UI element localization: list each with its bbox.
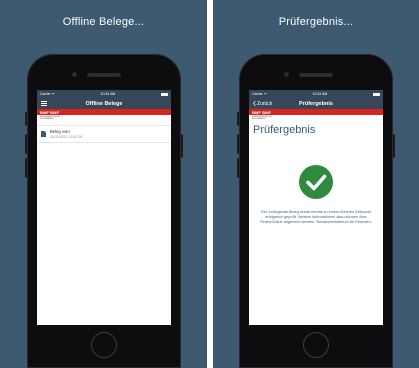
earpiece-speaker [299,73,333,77]
checkmark-icon [306,174,327,191]
bmf-logo: BMF BMF [40,109,60,115]
phone-screen: Carrier ᯤ 10:34 AM Zurück Prüfergebnis B… [249,90,383,325]
power-button [393,134,395,158]
back-label: Zurück [257,100,273,107]
screenshot: Offline Belege... Carrier ᯤ 10:34 AM Off… [0,0,419,368]
result-message: Der vorliegende Beleg wurde bereits zu e… [260,210,372,224]
panel-caption: Offline Belege... [62,16,145,28]
offline-belege-panel: Offline Belege... Carrier ᯤ 10:34 AM Off… [0,0,207,368]
battery-icon [160,92,168,96]
back-chevron-icon [253,101,256,106]
bmf-logo: BMF BMF [252,109,272,115]
clock-label: 10:34 AM [312,92,328,96]
status-bar: Carrier ᯤ 10:34 AM [37,90,171,98]
menu-button[interactable] [41,98,47,109]
menu-icon [41,101,47,106]
panel-caption: Prüfergebnis... [278,16,354,28]
carrier-label: Carrier ᯤ [252,91,267,96]
brand-subtitle-line: DER FINANZEN [40,118,54,121]
volume-down-button [237,158,239,178]
power-button [181,134,183,158]
back-button[interactable]: Zurück [253,98,272,109]
success-badge [299,165,333,199]
status-bar: Carrier ᯤ 10:34 AM [249,90,383,98]
phone-screen: Carrier ᯤ 10:34 AM Offline Belege BMF BM… [37,90,171,325]
list-item-title: Beleg vom [50,129,70,135]
mute-switch [237,112,239,126]
carrier-label: Carrier ᯤ [40,91,55,96]
battery-icon [372,92,380,96]
list-item-text: Beleg vom 30.03.2023, 10:47:28 [50,129,82,139]
pruefergebnis-panel: Prüfergebnis... Carrier ᯤ 10:34 AM Zurüc… [213,0,419,368]
home-button[interactable] [303,332,329,358]
volume-up-button [25,134,27,154]
front-camera [72,72,77,77]
brand-subtitle: BUNDESMINISTERIUM DER FINANZEN [37,115,171,120]
list-item[interactable]: Beleg vom 30.03.2023, 10:47:28 [37,125,171,144]
phone-frame: Carrier ᯤ 10:34 AM Zurück Prüfergebnis B… [237,54,395,368]
mute-switch [25,112,27,126]
front-camera [284,72,289,77]
list-item-date: 30.03.2023, 10:47:28 [50,135,83,140]
home-button[interactable] [91,332,117,358]
result-heading: Prüfergebnis [253,124,316,137]
phone-frame: Carrier ᯤ 10:34 AM Offline Belege BMF BM… [25,54,183,368]
nav-bar: Zurück Prüfergebnis [249,98,383,109]
volume-down-button [25,158,27,178]
nav-bar: Offline Belege [37,98,171,109]
volume-up-button [237,134,239,154]
clock-label: 10:34 AM [100,92,116,96]
nav-title: Offline Belege [85,100,123,107]
earpiece-speaker [87,73,121,77]
document-icon [41,131,46,138]
nav-title: Prüfergebnis [299,100,333,107]
